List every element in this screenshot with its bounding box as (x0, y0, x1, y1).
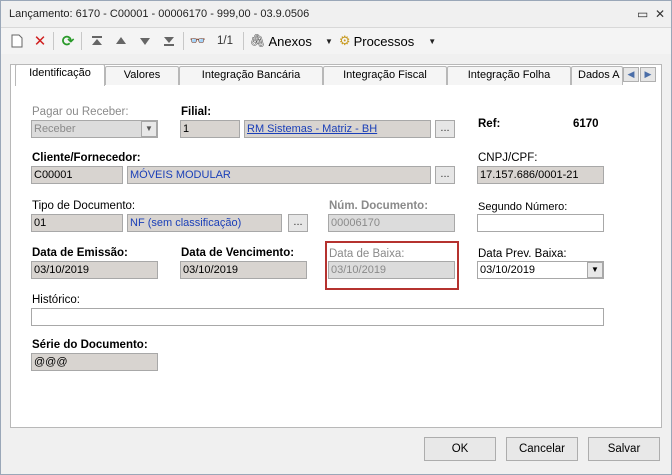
tab-dados-adicionais[interactable]: Dados A (571, 66, 623, 85)
delete-icon[interactable]: ✕ (31, 32, 49, 50)
previous-record-icon[interactable] (113, 32, 129, 50)
dropdown-arrow-icon: ▼ (428, 36, 437, 46)
segundo-numero-label: Segundo Número: (478, 201, 568, 213)
tipo-lookup-button[interactable]: ... (288, 214, 308, 232)
ref-value: 6170 (573, 118, 599, 130)
tab-scroll-left-icon[interactable]: ◀ (623, 67, 639, 82)
tab-strip: Identificação Valores Integração Bancári… (15, 64, 660, 86)
save-button[interactable]: Salvar (588, 437, 660, 461)
pagar-receber-label: Pagar ou Receber: (32, 106, 129, 118)
tipo-code-field[interactable]: 01 (31, 214, 123, 232)
cnpj-field[interactable]: 17.157.686/0001-21 (477, 166, 604, 184)
tab-integracao-folha[interactable]: Integração Folha (447, 66, 571, 85)
serie-documento-label: Série do Documento: (32, 339, 148, 351)
data-prev-baixa-dropdown-icon[interactable]: ▼ (587, 262, 603, 278)
historico-label: Histórico: (32, 294, 80, 306)
tab-integracao-bancaria[interactable]: Integração Bancária (179, 66, 323, 85)
processes-button[interactable]: ▼ ⚙ Processos ▼ (325, 32, 437, 50)
filial-label: Filial: (181, 106, 212, 118)
cliente-fornecedor-label: Cliente/Fornecedor: (32, 152, 141, 164)
window-title: Lançamento: 6170 - C00001 - 00006170 - 9… (9, 8, 310, 20)
pagar-receber-select: Receber (31, 120, 158, 138)
tab-valores[interactable]: Valores (105, 66, 179, 85)
attachments-button[interactable]: 🖇 Anexos (249, 32, 315, 50)
filial-lookup-button[interactable]: ... (435, 120, 455, 138)
tab-identificacao[interactable]: Identificação (15, 64, 105, 86)
tipo-name-field[interactable]: NF (sem classificação) (127, 214, 282, 232)
cnpj-label: CNPJ/CPF: (478, 152, 538, 164)
cancel-button[interactable]: Cancelar (506, 437, 578, 461)
dropdown-arrow-icon: ▼ (325, 36, 333, 46)
num-documento-label: Núm. Documento: (329, 200, 429, 212)
data-vencimento-label: Data de Vencimento: (181, 247, 295, 259)
tab-scroll-right-icon[interactable]: ▶ (640, 67, 656, 82)
paperclip-icon: 🖇 (249, 33, 266, 48)
cliente-code-field[interactable]: C00001 (31, 166, 123, 184)
data-emissao-field[interactable]: 03/10/2019 (31, 261, 158, 279)
segundo-numero-input[interactable] (477, 214, 604, 232)
filial-name-link[interactable]: RM Sistemas - Matriz - BH (244, 120, 431, 138)
gears-icon: ⚙ (338, 33, 351, 48)
toolbar: ✕ ⟳ 👓 1/1 🖇 Anexos ▼ ⚙ Processos ▼ (1, 28, 671, 54)
close-window-icon[interactable]: ✕ (655, 7, 665, 21)
first-record-icon[interactable] (89, 32, 105, 50)
ok-button[interactable]: OK (424, 437, 496, 461)
title-bar: Lançamento: 6170 - C00001 - 00006170 - 9… (1, 1, 671, 28)
data-prev-baixa-input[interactable]: 03/10/2019 (477, 261, 604, 279)
tipo-documento-label: Tipo de Documento: (32, 200, 136, 212)
historico-input[interactable] (31, 308, 604, 326)
filial-code-field[interactable]: 1 (180, 120, 240, 138)
data-emissao-label: Data de Emissão: (32, 247, 128, 259)
binoculars-icon[interactable]: 👓 (189, 32, 207, 50)
next-record-icon[interactable] (137, 32, 153, 50)
last-record-icon[interactable] (161, 32, 177, 50)
num-documento-field: 00006170 (328, 214, 455, 232)
cliente-lookup-button[interactable]: ... (435, 166, 455, 184)
data-baixa-label: Data de Baixa: (329, 248, 405, 260)
ref-label: Ref: (478, 118, 501, 130)
restore-icon[interactable]: ▭ (637, 7, 648, 21)
serie-documento-field[interactable]: @@@ (31, 353, 158, 371)
data-vencimento-field[interactable]: 03/10/2019 (180, 261, 307, 279)
refresh-icon[interactable]: ⟳ (59, 32, 77, 50)
pagar-receber-dropdown-icon: ▼ (141, 121, 157, 137)
tab-integracao-fiscal[interactable]: Integração Fiscal (323, 66, 447, 85)
cliente-name-field[interactable]: MÓVEIS MODULAR (127, 166, 431, 184)
data-baixa-field: 03/10/2019 (328, 261, 455, 279)
record-counter: 1/1 (217, 35, 233, 47)
new-document-icon[interactable] (9, 32, 25, 50)
data-prev-baixa-label: Data Prev. Baixa: (478, 248, 567, 260)
